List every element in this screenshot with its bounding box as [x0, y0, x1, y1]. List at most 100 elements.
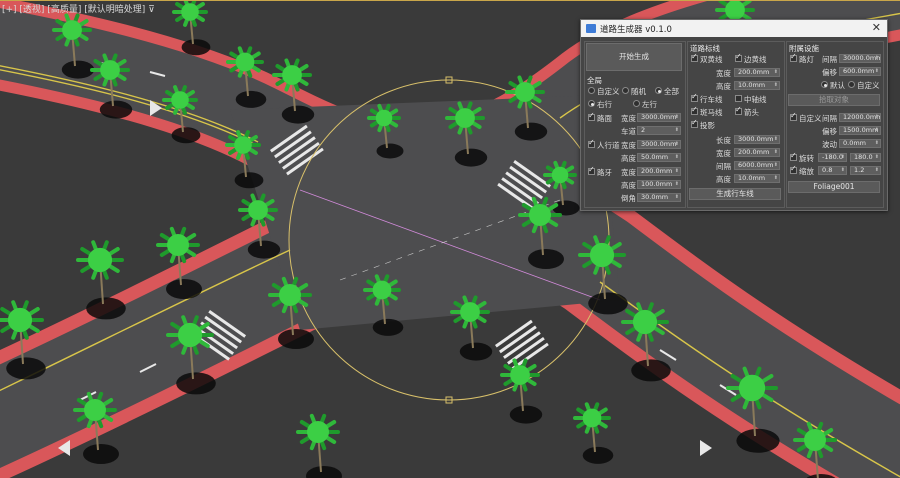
lane-line-checkbox[interactable]	[691, 92, 698, 102]
spinner-arrows-icon[interactable]: ⬍	[774, 149, 778, 156]
spinner-arrows-icon[interactable]: ⬍	[875, 55, 879, 62]
line-gap-value[interactable]: 6000.0mm	[738, 162, 773, 169]
spinner-arrows-icon[interactable]: ⬍	[675, 114, 679, 121]
line-length-spinner[interactable]: 3000.0mm ⬍	[734, 135, 780, 144]
viewport-label[interactable]: [+] [透视] [高质量] [默认明暗处理] ⊽	[2, 2, 155, 15]
shadow-checkbox[interactable]	[691, 118, 698, 128]
rotate-min-spinner[interactable]: -180.0 ⬍	[818, 153, 847, 162]
double-yellow-checkbox[interactable]	[691, 52, 698, 62]
scale-min-spinner[interactable]: 0.8 ⬍	[818, 166, 847, 175]
curb-width-value[interactable]: 200.0mm	[641, 168, 672, 175]
generate-lane-button[interactable]: 生成行车线	[689, 188, 781, 200]
spinner-arrows-icon[interactable]: ⬍	[774, 69, 778, 76]
spinner-arrows-icon[interactable]: ⬍	[774, 175, 778, 182]
right-hand-radio[interactable]	[588, 100, 595, 107]
rotate-max-spinner[interactable]: 180.0 ⬍	[850, 153, 881, 162]
line-width-spinner[interactable]: 200.0mm ⬍	[734, 148, 780, 157]
sidewalk-height-spinner[interactable]: 50.0mm ⬍	[637, 153, 681, 162]
lanes-value[interactable]: 2	[641, 127, 645, 134]
spinner-arrows-icon[interactable]: ⬍	[841, 154, 845, 161]
sidewalk-width-value[interactable]: 3000.0mm	[641, 141, 676, 148]
light-default-radio[interactable]	[821, 81, 828, 88]
spinner-arrows-icon[interactable]: ⬍	[774, 162, 778, 169]
plant-jitter-value[interactable]: 0.0mm	[843, 140, 866, 147]
spinner-arrows-icon[interactable]: ⬍	[875, 154, 879, 161]
spinner-arrows-icon[interactable]: ⬍	[675, 141, 679, 148]
road-width-value[interactable]: 3000.0mm	[641, 114, 676, 121]
mode-all-label: 全部	[664, 87, 679, 96]
start-generate-button[interactable]: 开始生成	[586, 43, 682, 71]
line-gap-spinner[interactable]: 6000.0mm ⬍	[734, 161, 780, 170]
pick-object-button[interactable]: 拾取对象	[788, 94, 880, 106]
viewport-label-text[interactable]: [+] [透视] [高质量] [默认明暗处理]	[2, 5, 145, 15]
plant-jitter-spinner[interactable]: 0.0mm ⬍	[839, 139, 881, 148]
spinner-arrows-icon[interactable]: ⬍	[875, 167, 879, 174]
light-custom-radio[interactable]	[848, 81, 855, 88]
foliage-object-button[interactable]: Foliage001	[788, 181, 880, 193]
marking-height-spinner[interactable]: 10.0mm ⬍	[734, 81, 780, 90]
custom-plant-checkbox[interactable]	[790, 111, 797, 121]
street-light-label: 路灯	[799, 55, 814, 64]
spinner-arrows-icon[interactable]: ⬍	[675, 194, 679, 201]
spinner-arrows-icon[interactable]: ⬍	[675, 127, 679, 134]
marking-width-value[interactable]: 200.0mm	[738, 69, 769, 76]
road-width-spinner[interactable]: 3000.0mm ⬍	[637, 113, 681, 122]
spinner-arrows-icon[interactable]: ⬍	[841, 167, 845, 174]
sidewalk-width-spinner[interactable]: 3000.0mm ⬍	[637, 140, 681, 149]
arrow-checkbox[interactable]	[735, 105, 742, 115]
mode-custom-radio[interactable]	[588, 87, 595, 94]
light-offset-spinner[interactable]: 600.0mm ⬍	[839, 67, 881, 76]
dialog-titlebar[interactable]: 道路生成器 v0.1.0 ✕	[581, 20, 887, 37]
marking-width-spinner[interactable]: 200.0mm ⬍	[734, 68, 780, 77]
rotate-max-value[interactable]: 180.0	[854, 154, 873, 161]
spinner-arrows-icon[interactable]: ⬍	[875, 114, 879, 121]
mode-random-radio[interactable]	[622, 87, 629, 94]
scale-checkbox[interactable]	[790, 164, 797, 174]
rotate-checkbox[interactable]	[790, 151, 797, 161]
light-spacing-spinner[interactable]: 30000.0mm ⬍	[839, 54, 881, 63]
mode-all-radio[interactable]	[655, 87, 662, 94]
scale-max-value[interactable]: 1.2	[854, 167, 864, 174]
light-offset-value[interactable]: 600.0mm	[843, 68, 874, 75]
zebra-checkbox[interactable]	[691, 105, 698, 115]
scale-max-spinner[interactable]: 1.2 ⬍	[850, 166, 881, 175]
curb-width-spinner[interactable]: 200.0mm ⬍	[637, 167, 681, 176]
plant-offset-value[interactable]: 1500.0mm	[843, 127, 878, 134]
spinner-arrows-icon[interactable]: ⬍	[675, 154, 679, 161]
line-height-value[interactable]: 10.0mm	[738, 175, 765, 182]
marking-height-value[interactable]: 10.0mm	[738, 82, 765, 89]
line-width-value[interactable]: 200.0mm	[738, 149, 769, 156]
curb-height-value[interactable]: 100.0mm	[641, 181, 672, 188]
road-surface-checkbox[interactable]	[588, 111, 595, 121]
spinner-arrows-icon[interactable]: ⬍	[675, 181, 679, 188]
curb-chamfer-spinner[interactable]: 30.0mm ⬍	[637, 193, 681, 202]
line-length-value[interactable]: 3000.0mm	[738, 136, 773, 143]
spinner-arrows-icon[interactable]: ⬍	[675, 168, 679, 175]
global-panel: 开始生成 全局 自定义 随机 全部 右行 左行 路面 宽度 3000.0mm⬍ …	[584, 41, 686, 208]
plant-spacing-spinner[interactable]: 12000.0mm ⬍	[839, 113, 881, 122]
scale-label: 缩放	[799, 167, 814, 176]
double-yellow-label: 双黄线	[700, 55, 723, 64]
close-icon[interactable]: ✕	[872, 21, 881, 34]
spinner-arrows-icon[interactable]: ⬍	[774, 136, 778, 143]
plant-offset-spinner[interactable]: 1500.0mm ⬍	[839, 126, 881, 135]
filter-icon[interactable]: ⊽	[148, 5, 155, 15]
edge-line-checkbox[interactable]	[735, 52, 742, 62]
curb-chamfer-value[interactable]: 30.0mm	[641, 194, 668, 201]
scale-min-value[interactable]: 0.8	[822, 167, 832, 174]
spinner-arrows-icon[interactable]: ⬍	[774, 82, 778, 89]
center-line-checkbox[interactable]	[735, 95, 742, 102]
spinner-arrows-icon[interactable]: ⬍	[875, 140, 879, 147]
sidewalk-height-value[interactable]: 50.0mm	[641, 154, 668, 161]
app-icon	[586, 24, 596, 33]
lanes-spinner[interactable]: 2 ⬍	[637, 126, 681, 135]
curb-height-spinner[interactable]: 100.0mm ⬍	[637, 180, 681, 189]
spinner-arrows-icon[interactable]: ⬍	[875, 68, 879, 75]
left-hand-radio[interactable]	[633, 100, 640, 107]
street-light-checkbox[interactable]	[790, 52, 797, 62]
sidewalk-checkbox[interactable]	[588, 138, 595, 148]
spinner-arrows-icon[interactable]: ⬍	[875, 127, 879, 134]
dialog-title: 道路生成器 v0.1.0	[600, 25, 672, 35]
line-height-spinner[interactable]: 10.0mm ⬍	[734, 174, 780, 183]
curb-checkbox[interactable]	[588, 165, 595, 175]
